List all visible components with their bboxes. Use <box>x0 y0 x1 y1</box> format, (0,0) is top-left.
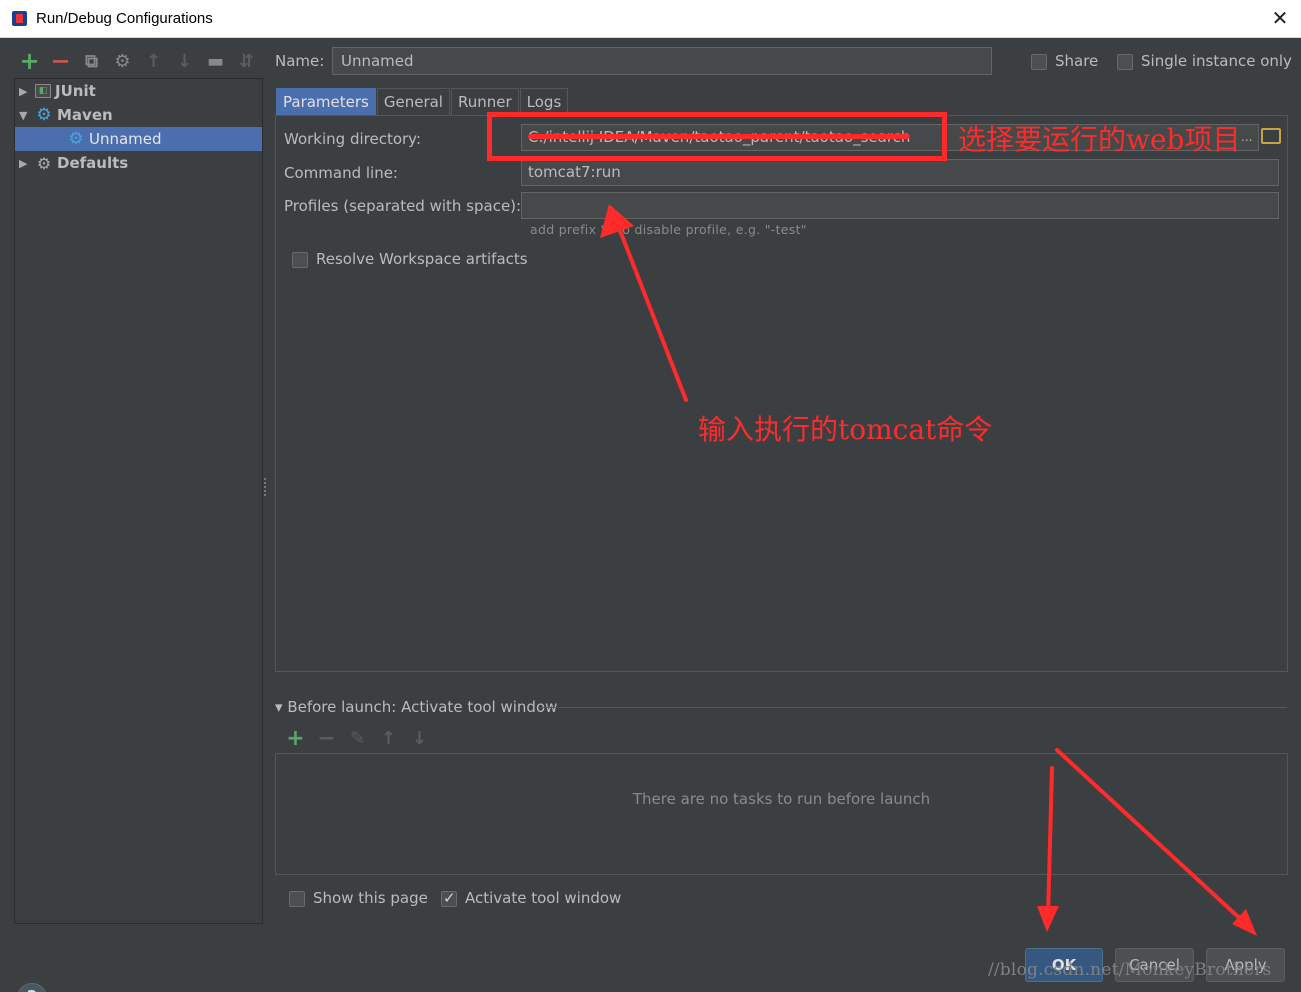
help-button[interactable]: ? <box>17 983 47 992</box>
command-line-label: Command line: <box>284 164 398 182</box>
share-checkbox[interactable] <box>1031 54 1047 70</box>
configurations-toolbar: + − ⧉ ⚙ ↑ ↓ ▬ ⇵ <box>14 47 262 75</box>
maven-gear-icon: ⚙ <box>36 105 52 125</box>
single-instance-checkbox[interactable] <box>1117 54 1133 70</box>
expand-arrow-icon[interactable]: ▶ <box>19 157 35 170</box>
profiles-label: Profiles (separated with space): <box>284 197 522 215</box>
show-this-page-checkbox[interactable] <box>289 891 305 907</box>
edit-defaults-icon[interactable]: ⚙ <box>107 48 138 74</box>
folder-icon[interactable]: ▬ <box>200 48 231 74</box>
before-launch-title: Before launch: Activate tool window <box>287 698 558 716</box>
tree-item-label: Maven <box>57 106 113 124</box>
resolve-workspace-checkbox[interactable] <box>292 252 308 268</box>
edit-task-icon[interactable]: ✎ <box>342 728 373 749</box>
configurations-panel: + − ⧉ ⚙ ↑ ↓ ▬ ⇵ ▶ ◧ JUnit ▼ ⚙ Maven ⚙ Un… <box>0 38 270 992</box>
highlight-box <box>487 112 947 161</box>
profiles-hint: add prefix '-' to disable profile, e.g. … <box>530 222 807 237</box>
maven-config-icon: ⚙ <box>68 129 84 149</box>
tree-item-defaults[interactable]: ▶ ⚙ Defaults <box>19 151 128 175</box>
browse-ellipsis[interactable]: ... <box>1241 130 1252 144</box>
title-bar: Run/Debug Configurations ✕ <box>0 0 1301 38</box>
before-launch-header[interactable]: ▾ Before launch: Activate tool window <box>275 698 557 716</box>
tree-item-label: Defaults <box>57 154 129 172</box>
collapse-arrow-icon[interactable]: ▼ <box>19 109 35 122</box>
tab-parameters[interactable]: Parameters <box>276 88 376 115</box>
close-icon[interactable]: ✕ <box>1265 4 1295 34</box>
add-configuration-icon[interactable]: + <box>14 47 45 75</box>
name-label: Name: <box>275 52 325 70</box>
profiles-input[interactable] <box>521 192 1279 219</box>
tree-item-label: JUnit <box>55 82 96 100</box>
move-task-down-icon[interactable]: ↓ <box>404 728 435 749</box>
move-up-icon[interactable]: ↑ <box>138 48 169 74</box>
arrow-head-icon <box>1037 906 1059 932</box>
show-this-page-label: Show this page <box>313 889 428 907</box>
add-task-icon[interactable]: + <box>280 726 311 751</box>
tab-logs[interactable]: Logs <box>519 88 569 115</box>
tree-item-maven[interactable]: ▼ ⚙ Maven <box>19 103 113 127</box>
configurations-tree: ▶ ◧ JUnit ▼ ⚙ Maven ⚙ Unnamed ▶ ⚙ Defaul… <box>14 78 263 924</box>
tab-runner[interactable]: Runner <box>450 88 519 115</box>
resolve-workspace-label: Resolve Workspace artifacts <box>316 250 528 268</box>
sort-icon[interactable]: ⇵ <box>231 48 262 74</box>
remove-configuration-icon[interactable]: − <box>45 47 76 75</box>
before-launch-divider <box>540 707 1287 708</box>
name-input[interactable]: Unnamed <box>332 47 992 75</box>
remove-task-icon[interactable]: − <box>311 726 342 751</box>
config-tabs: Parameters General Runner Logs <box>276 88 569 115</box>
expand-arrow-icon[interactable]: ▶ <box>19 85 35 98</box>
arrow-head-icon <box>1232 909 1257 936</box>
activate-tool-window-checkbox[interactable] <box>441 889 457 907</box>
intellij-app-icon <box>12 11 27 26</box>
parameters-panel: Working directory: C:/intellij IDEA/Mave… <box>275 115 1288 672</box>
move-task-up-icon[interactable]: ↑ <box>373 728 404 749</box>
before-launch-tasks: There are no tasks to run before launch <box>275 753 1288 875</box>
tab-general[interactable]: General <box>376 88 450 115</box>
command-line-input[interactable]: tomcat7:run <box>521 159 1279 186</box>
defaults-icon: ⚙ <box>36 153 52 173</box>
browse-folder-icon[interactable] <box>1261 128 1281 144</box>
move-down-icon[interactable]: ↓ <box>169 48 200 74</box>
tree-item-unnamed[interactable]: ⚙ Unnamed <box>15 127 262 151</box>
tree-item-label: Unnamed <box>89 130 162 148</box>
watermark: //blog.csdn.net/MonkeyBrothers <box>988 960 1272 980</box>
share-label: Share <box>1055 52 1099 70</box>
working-directory-label: Working directory: <box>284 130 422 148</box>
activate-tool-window-label: Activate tool window <box>465 889 622 907</box>
panel-splitter[interactable] <box>264 478 268 496</box>
junit-icon: ◧ <box>35 84 51 98</box>
annotation-select-project: 选择要运行的web项目 <box>958 123 1241 156</box>
single-instance-label: Single instance only <box>1141 52 1292 70</box>
window-title: Run/Debug Configurations <box>36 10 213 27</box>
no-tasks-text: There are no tasks to run before launch <box>632 790 931 808</box>
annotation-input-command: 输入执行的tomcat命令 <box>698 413 993 446</box>
before-launch-toolbar: + − ✎ ↑ ↓ <box>280 726 435 751</box>
tree-item-junit[interactable]: ▶ ◧ JUnit <box>19 79 96 103</box>
copy-configuration-icon[interactable]: ⧉ <box>76 48 107 74</box>
